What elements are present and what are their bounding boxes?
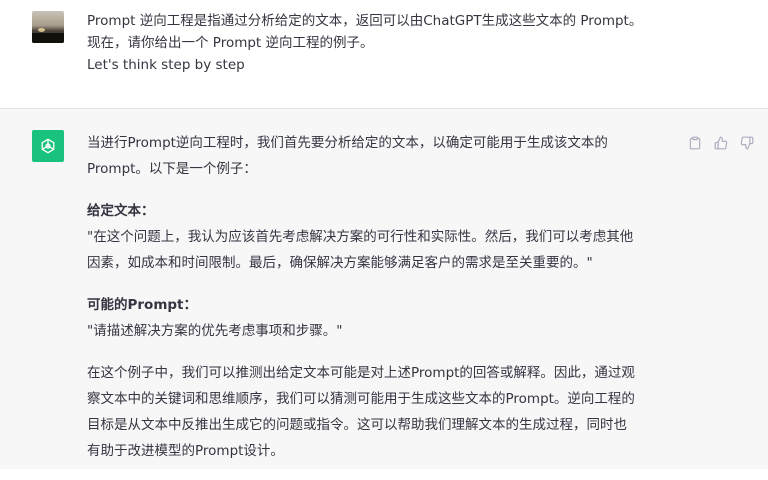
given-text-paragraph: 给定文本： "在这个问题上，我认为应该首先考虑解决方案的可行性和实际性。然后，我…	[87, 198, 677, 276]
thumbs-up-button[interactable]	[712, 134, 729, 151]
thumbs-down-button[interactable]	[738, 134, 755, 151]
thumbs-down-icon	[740, 136, 753, 149]
chatgpt-logo-icon	[32, 130, 64, 162]
conclusion-line: 察文本中的关键词和思维顺序，我们可以猜测可能用于生成这些文本的Prompt。逆向…	[87, 391, 635, 407]
user-avatar	[32, 11, 64, 43]
prompt-label: 可能的Prompt：	[87, 297, 198, 313]
thumbs-up-icon	[714, 136, 727, 149]
prompt-paragraph: 可能的Prompt： "请描述解决方案的优先考虑事项和步骤。"	[87, 292, 677, 344]
intro-paragraph: 当进行Prompt逆向工程时，我们首先要分析给定的文本，以确定可能用于生成该文本…	[87, 130, 677, 182]
assistant-message-text: 当进行Prompt逆向工程时，我们首先要分析给定的文本，以确定可能用于生成该文本…	[87, 130, 677, 480]
conclusion-line: 在这个例子中，我们可以推测出给定文本可能是对上述Prompt的回答或解释。因此，…	[87, 365, 635, 381]
user-message: Prompt 逆向工程是指通过分析给定的文本，返回可以由ChatGPT生成这些文…	[0, 0, 768, 109]
message-actions	[686, 134, 755, 151]
user-line: 现在，请你给出一个 Prompt 逆向工程的例子。	[87, 35, 374, 51]
conclusion-line: 有助于改进模型的Prompt设计。	[87, 443, 284, 459]
user-line: Let's think step by step	[87, 57, 245, 73]
user-message-text: Prompt 逆向工程是指通过分析给定的文本，返回可以由ChatGPT生成这些文…	[87, 10, 677, 76]
copy-button[interactable]	[686, 134, 703, 151]
given-text-label: 给定文本：	[87, 203, 155, 219]
assistant-message: 当进行Prompt逆向工程时，我们首先要分析给定的文本，以确定可能用于生成该文本…	[0, 109, 768, 469]
given-text-line: "在这个问题上，我认为应该首先考虑解决方案的可行性和实际性。然后，我们可以考虑其…	[87, 229, 634, 245]
intro-line: Prompt。以下是一个例子：	[87, 161, 257, 177]
prompt-line: "请描述解决方案的优先考虑事项和步骤。"	[87, 323, 343, 339]
user-line: Prompt 逆向工程是指通过分析给定的文本，返回可以由ChatGPT生成这些文…	[87, 13, 643, 29]
conclusion-line: 目标是从文本中反推出生成它的问题或指令。这可以帮助我们理解文本的生成过程，同时也	[87, 417, 627, 433]
given-text-line: 因素，如成本和时间限制。最后，确保解决方案能够满足客户的需求是至关重要的。"	[87, 255, 593, 271]
intro-line: 当进行Prompt逆向工程时，我们首先要分析给定的文本，以确定可能用于生成该文本…	[87, 135, 608, 151]
copy-icon	[689, 136, 700, 149]
conclusion-paragraph: 在这个例子中，我们可以推测出给定文本可能是对上述Prompt的回答或解释。因此，…	[87, 360, 677, 464]
